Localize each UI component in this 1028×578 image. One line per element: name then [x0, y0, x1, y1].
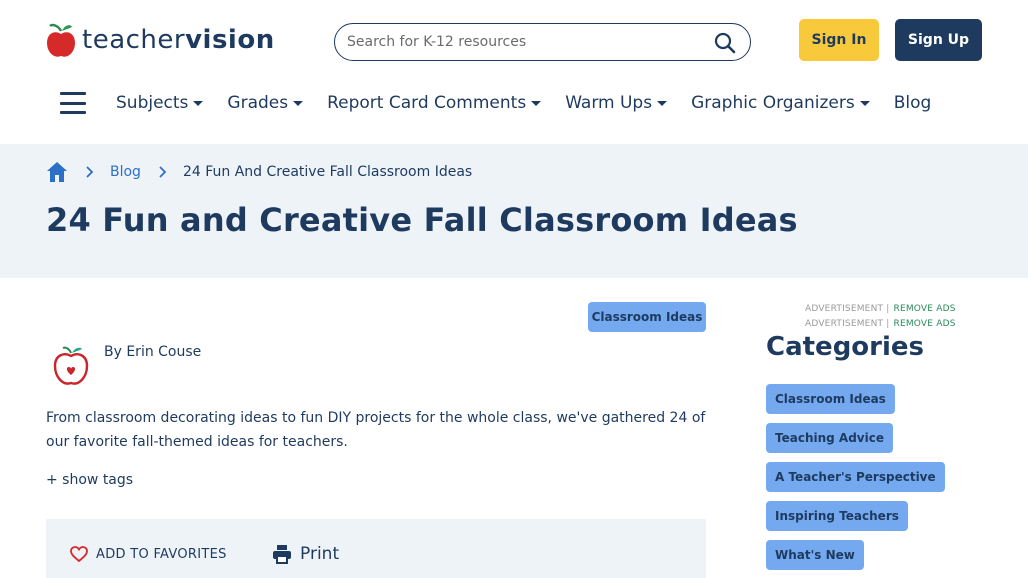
- nav-item-warm-ups[interactable]: Warm Ups: [565, 93, 668, 113]
- categories-heading: Categories: [766, 332, 925, 362]
- show-tags-link[interactable]: + show tags: [46, 472, 133, 488]
- print-button[interactable]: Print: [272, 544, 339, 564]
- favorites-label: ADD TO FAVORITES: [96, 546, 227, 562]
- search-input[interactable]: [347, 34, 697, 50]
- remove-ads-link[interactable]: REMOVE ADS: [894, 304, 956, 314]
- remove-ads-link[interactable]: REMOVE ADS: [894, 319, 956, 329]
- ad-label-text: ADVERTISEMENT |: [805, 304, 890, 314]
- print-label: Print: [300, 544, 340, 564]
- article-intro: From classroom decorating ideas to fun D…: [46, 410, 706, 450]
- sign-up-button[interactable]: Sign Up: [895, 19, 982, 61]
- caret-down-icon: [657, 100, 668, 106]
- logo-text-bold: vision: [185, 25, 275, 55]
- breadcrumb: Blog 24 Fun And Creative Fall Classroom …: [46, 160, 472, 184]
- logo-wordmark: teachervision: [82, 27, 275, 53]
- site-header: teachervision Sign In Sign Up Subjects G…: [0, 0, 1028, 144]
- apple-logo-icon: [47, 23, 75, 57]
- add-to-favorites-button[interactable]: ADD TO FAVORITES: [70, 546, 227, 562]
- nav-item-report-card-comments[interactable]: Report Card Comments: [327, 93, 542, 113]
- caret-down-icon: [531, 100, 542, 106]
- advertisement-label: ADVERTISEMENT | REMOVE ADS: [805, 319, 956, 329]
- nav-item-label: Grades: [227, 93, 289, 113]
- breadcrumb-current: 24 Fun And Creative Fall Classroom Ideas: [182, 164, 473, 180]
- main-nav: Subjects Grades Report Card Comments War…: [60, 86, 955, 120]
- article-action-bar: ADD TO FAVORITES Print: [46, 519, 706, 578]
- nav-item-blog[interactable]: Blog: [894, 93, 932, 113]
- caret-down-icon: [859, 100, 870, 106]
- chevron-right-icon: [86, 166, 94, 178]
- nav-item-label: Report Card Comments: [327, 93, 527, 113]
- sign-in-button[interactable]: Sign In: [799, 19, 879, 61]
- nav-item-label: Warm Ups: [565, 93, 653, 113]
- category-inspiring-teachers[interactable]: Inspiring Teachers: [766, 501, 908, 531]
- nav-item-graphic-organizers[interactable]: Graphic Organizers: [691, 93, 870, 113]
- advertisement-label: ADVERTISEMENT | REMOVE ADS: [805, 304, 956, 314]
- page-title: 24 Fun and Creative Fall Classroom Ideas: [46, 201, 798, 239]
- author-apple-avatar-icon: [53, 346, 89, 385]
- nav-item-subjects[interactable]: Subjects: [116, 93, 204, 113]
- teachervision-logo[interactable]: teachervision: [46, 20, 275, 60]
- hamburger-menu-icon[interactable]: [60, 92, 86, 114]
- nav-item-label: Blog: [893, 93, 932, 113]
- chevron-right-icon: [159, 166, 167, 178]
- article-tag-badge[interactable]: Classroom Ideas: [588, 302, 706, 332]
- category-a-teachers-perspective[interactable]: A Teacher's Perspective: [766, 462, 945, 492]
- nav-item-label: Graphic Organizers: [691, 93, 855, 113]
- category-whats-new[interactable]: What's New: [766, 540, 864, 570]
- caret-down-icon: [193, 100, 204, 106]
- nav-item-label: Subjects: [116, 93, 189, 113]
- printer-icon: [273, 545, 291, 564]
- logo-text-light: teacher: [82, 25, 186, 55]
- caret-down-icon: [293, 100, 304, 106]
- category-teaching-advice[interactable]: Teaching Advice: [766, 423, 893, 453]
- breadcrumb-blog-link[interactable]: Blog: [110, 164, 141, 180]
- search-bar: [334, 23, 751, 61]
- page-hero: Blog 24 Fun And Creative Fall Classroom …: [0, 144, 1028, 278]
- category-classroom-ideas[interactable]: Classroom Ideas: [766, 384, 895, 414]
- nav-item-grades[interactable]: Grades: [227, 93, 304, 113]
- search-icon[interactable]: [714, 32, 736, 54]
- ad-label-text: ADVERTISEMENT |: [805, 319, 890, 329]
- heart-icon: [70, 546, 88, 562]
- author-byline[interactable]: By Erin Couse: [104, 344, 201, 360]
- home-icon[interactable]: [46, 161, 68, 183]
